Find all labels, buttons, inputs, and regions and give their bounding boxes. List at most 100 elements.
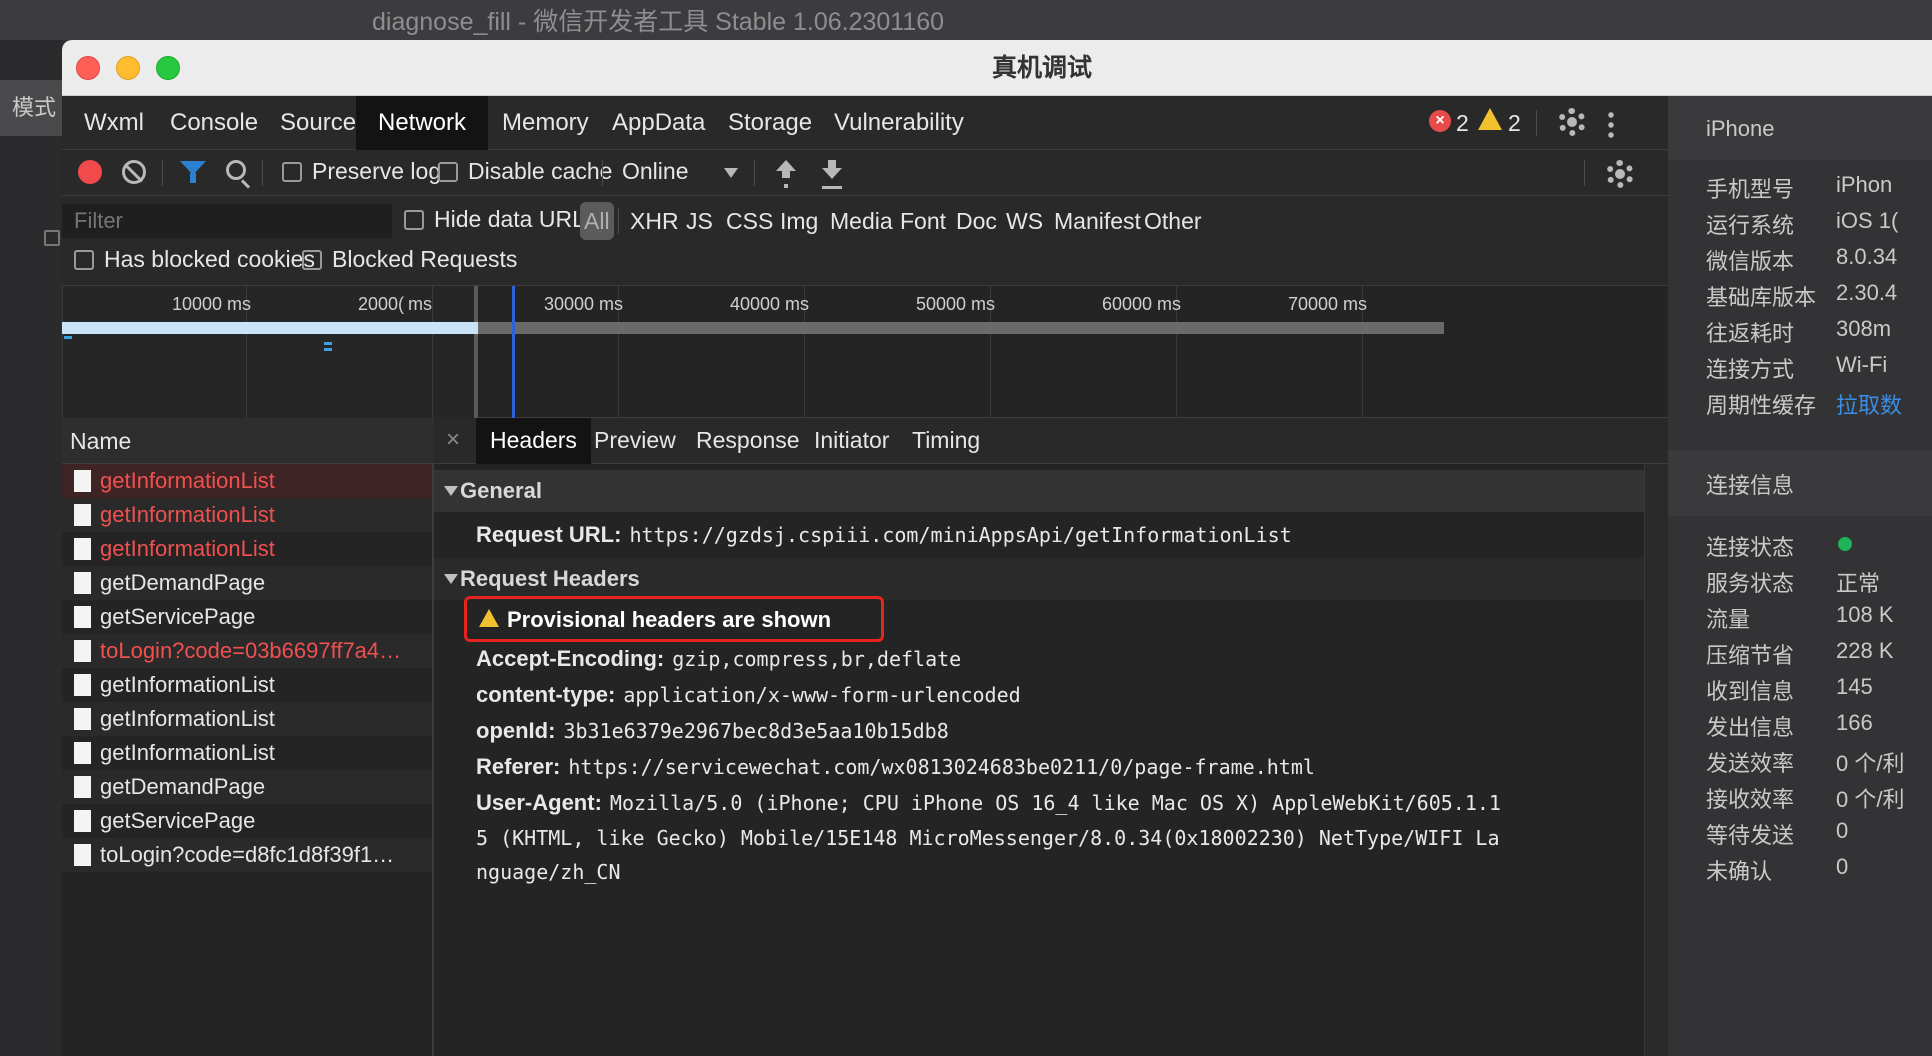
filter-bar: Hide data URLs All XHR JS CSS Img Media …: [62, 196, 1668, 286]
name-column-header[interactable]: Name: [62, 418, 434, 464]
window-icon[interactable]: [44, 230, 60, 246]
warning-count[interactable]: 2: [1508, 96, 1521, 150]
filter-type-manifest[interactable]: Manifest: [1050, 202, 1145, 240]
provisional-headers-text: Provisional headers are shown: [507, 607, 832, 632]
overview-tick-label: 10000 ms: [172, 294, 252, 314]
preserve-log-checkbox[interactable]: [282, 162, 302, 182]
filter-type-all[interactable]: All: [580, 202, 614, 240]
overview-tick-label: 2000(: [358, 294, 405, 314]
filter-type-other[interactable]: Other: [1140, 202, 1206, 240]
request-row[interactable]: getInformationList: [62, 498, 432, 532]
divider: [1536, 110, 1537, 136]
window-titlebar: 真机调试: [62, 40, 1932, 96]
request-row[interactable]: getDemandPage: [62, 770, 432, 804]
devtools: Wxml Console Sources Network Memory AppD…: [62, 96, 1668, 1056]
network-settings-gear-icon[interactable]: [1606, 160, 1634, 188]
close-icon[interactable]: ×: [446, 418, 460, 462]
tab-timing[interactable]: Timing: [898, 418, 994, 464]
request-marker: [324, 348, 332, 351]
tab-vulnerability[interactable]: Vulnerability: [812, 96, 986, 150]
warning-count-icon[interactable]: [1478, 108, 1502, 130]
request-name: getServicePage: [100, 808, 256, 833]
document-icon: [74, 844, 91, 866]
request-row[interactable]: getInformationList: [62, 668, 432, 702]
search-icon[interactable]: [226, 160, 246, 180]
devtools-settings-gear-icon[interactable]: [1558, 108, 1586, 136]
request-row[interactable]: getDemandPage: [62, 566, 432, 600]
provisional-headers-warning: Provisional headers are shown: [464, 596, 884, 642]
header-key: content-type:: [476, 682, 616, 707]
blocked-requests-label[interactable]: Blocked Requests: [332, 246, 517, 273]
connection-info-value: 166: [1836, 710, 1873, 735]
chevron-down-icon[interactable]: [724, 168, 738, 178]
request-headers-title: Request Headers: [460, 566, 640, 591]
blocked-requests-checkbox[interactable]: [302, 250, 322, 270]
tab-initiator[interactable]: Initiator: [800, 418, 903, 464]
disable-cache-label[interactable]: Disable cache: [468, 158, 612, 185]
filter-type-font[interactable]: Font: [896, 202, 950, 240]
filter-type-xhr[interactable]: XHR: [626, 202, 683, 240]
import-har-upload-icon[interactable]: [776, 160, 796, 186]
request-name: getDemandPage: [100, 570, 266, 595]
hide-data-urls-label[interactable]: Hide data URLs: [434, 206, 596, 233]
request-row[interactable]: getInformationList: [62, 464, 432, 498]
record-button[interactable]: [78, 160, 102, 184]
tab-response[interactable]: Response: [682, 418, 814, 464]
details-scrollbar[interactable]: [1644, 464, 1668, 1056]
has-blocked-cookies-label[interactable]: Has blocked cookies: [104, 246, 315, 273]
error-count[interactable]: 2: [1456, 96, 1469, 150]
request-row[interactable]: toLogin?code=d8fc1d8f39f1…: [62, 838, 432, 872]
request-name: getDemandPage: [100, 774, 266, 799]
filter-type-img[interactable]: Img: [776, 202, 822, 240]
tab-headers[interactable]: Headers: [476, 418, 591, 464]
filter-input[interactable]: [62, 204, 392, 238]
header-value: gzip,compress,br,deflate: [672, 647, 962, 671]
connection-info-key: 未确认: [1706, 859, 1773, 884]
connection-info-key: 发出信息: [1706, 715, 1795, 740]
request-row[interactable]: getInformationList: [62, 736, 432, 770]
device-info-key: 往返耗时: [1706, 321, 1795, 346]
request-row[interactable]: getServicePage: [62, 600, 432, 634]
has-blocked-cookies-checkbox[interactable]: [74, 250, 94, 270]
fetch-data-link[interactable]: 拉取数: [1836, 388, 1902, 420]
throttling-select[interactable]: Online: [622, 158, 688, 185]
request-headers-section-header[interactable]: Request Headers: [434, 558, 1644, 600]
filter-type-css[interactable]: CSS: [722, 202, 777, 240]
request-row[interactable]: getServicePage: [62, 804, 432, 838]
connection-info-value: 0 个/利: [1836, 751, 1905, 776]
disable-cache-checkbox[interactable]: [438, 162, 458, 182]
filter-type-js[interactable]: JS: [682, 202, 717, 240]
device-info-key: 微信版本: [1706, 249, 1795, 274]
request-row[interactable]: toLogin?code=03b6697ff7a4…: [62, 634, 432, 668]
tab-network[interactable]: Network: [356, 96, 489, 150]
connection-info-key: 等待发送: [1706, 823, 1795, 848]
request-name: getInformationList: [100, 706, 275, 731]
device-info-value: iPhon: [1836, 172, 1893, 197]
divider: [618, 208, 619, 234]
header-value: 3b31e6379e2967bec8d3e5aa10b15db8: [563, 719, 949, 743]
request-row[interactable]: getInformationList: [62, 702, 432, 736]
filter-type-media[interactable]: Media: [826, 202, 897, 240]
header-key: openId:: [476, 718, 556, 743]
export-har-download-icon[interactable]: [822, 160, 842, 186]
filter-type-ws[interactable]: WS: [1002, 202, 1047, 240]
mode-label[interactable]: 模式: [0, 80, 62, 136]
device-info-section: 手机型号 iPhon 运行系统 iOS 1(微信版本 8.0.34 基础库版本 2.30.4…: [1668, 160, 1932, 450]
details-tabbar: × Headers Preview Response Initiator Tim…: [434, 418, 1668, 464]
network-overview-timeline[interactable]: 10000 ms 2000( ms 30000 ms 40000 ms 5000…: [62, 286, 1668, 418]
request-row[interactable]: getInformationList: [62, 532, 432, 566]
general-section-header[interactable]: General: [434, 470, 1644, 512]
filter-type-doc[interactable]: Doc: [952, 202, 1001, 240]
more-options-kebab-icon[interactable]: [1608, 110, 1614, 138]
filter-icon[interactable]: [180, 161, 206, 183]
warning-icon: [479, 609, 499, 627]
header-value: https://gzdsj.cspiii.com/miniAppsApi/get…: [629, 523, 1292, 547]
remote-debug-window: 真机调试 Wxml Console Sources Network Memory…: [62, 40, 1932, 1056]
document-icon: [74, 742, 91, 764]
tab-preview[interactable]: Preview: [580, 418, 690, 464]
hide-data-urls-checkbox[interactable]: [404, 210, 424, 230]
error-count-icon[interactable]: ×: [1429, 110, 1451, 132]
clear-icon[interactable]: [122, 160, 146, 184]
load-event-marker: [512, 286, 515, 418]
preserve-log-label[interactable]: Preserve log: [312, 158, 441, 185]
